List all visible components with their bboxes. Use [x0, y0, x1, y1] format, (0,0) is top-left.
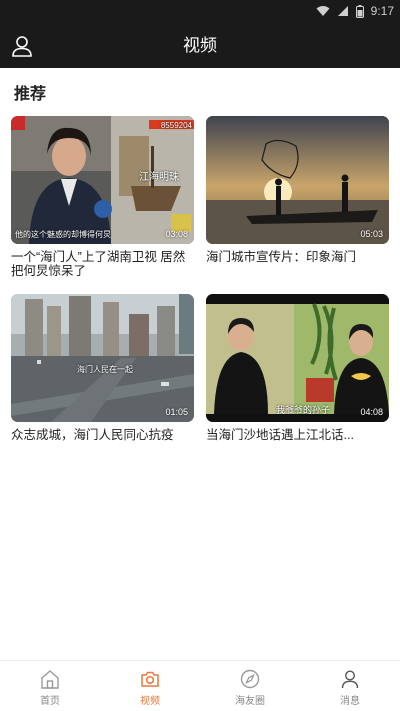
- status-icons: 9:17: [316, 4, 394, 18]
- video-duration: 03:08: [165, 229, 188, 239]
- video-title[interactable]: 当海门沙地话遇上江北话...: [206, 428, 389, 442]
- video-duration: 05:03: [360, 229, 383, 239]
- top-header: 视频: [0, 24, 400, 68]
- tab-label: 视频: [140, 696, 160, 707]
- video-card[interactable]: 海门人民在一起 01:05 众志成城，海门人民同心抗疫: [11, 294, 194, 442]
- tab-messages[interactable]: 消息: [300, 661, 400, 711]
- video-duration: 01:05: [165, 407, 188, 417]
- status-time: 9:17: [370, 4, 394, 18]
- video-card[interactable]: 05:03 海门城市宣传片：印象海门: [206, 116, 389, 264]
- video-card[interactable]: 8559204 江海明珠 他的这个魅惑的却博得何炅 03:08 一个“海门人”上…: [11, 116, 194, 278]
- video-title[interactable]: 一个“海门人”上了湖南卫视 居然把何炅惊呆了: [11, 250, 194, 278]
- video-thumbnail[interactable]: 海门人民在一起 01:05: [11, 294, 194, 422]
- overlay-subtitle: 他的这个魅惑的却博得何炅: [15, 230, 111, 239]
- person-icon: [341, 670, 359, 689]
- signal-icon: [337, 6, 348, 16]
- bottom-tab-bar: 首页 视频 海友圈 消息: [0, 660, 400, 711]
- overlay-subtitle: 海门人民在一起: [77, 365, 133, 374]
- page-title: 视频: [183, 36, 217, 55]
- video-title[interactable]: 海门城市宣传片：印象海门: [206, 250, 389, 264]
- video-thumbnail[interactable]: 我爷爷的孙子 04:08: [206, 294, 389, 422]
- tab-label: 首页: [40, 696, 60, 707]
- overlay-subtitle: 我爷爷的孙子: [276, 405, 331, 415]
- tab-video[interactable]: 视频: [100, 661, 200, 711]
- video-thumbnail-image: [206, 116, 389, 244]
- tab-label: 消息: [340, 696, 360, 707]
- home-icon: [41, 670, 59, 689]
- battery-icon: [355, 4, 364, 18]
- section-title-recommended: 推荐: [14, 86, 47, 103]
- overlay-number: 8559204: [160, 121, 192, 130]
- video-card[interactable]: 我爷爷的孙子 04:08 当海门沙地话遇上江北话...: [206, 294, 389, 442]
- compass-icon: [240, 669, 260, 689]
- tab-label: 海友圈: [235, 696, 265, 707]
- video-duration: 04:08: [360, 407, 383, 417]
- overlay-sign: 江海明珠: [139, 172, 179, 183]
- status-bar: 9:17: [0, 0, 400, 24]
- video-thumbnail[interactable]: 05:03: [206, 116, 389, 244]
- video-thumbnail[interactable]: 8559204 江海明珠 他的这个魅惑的却博得何炅 03:08: [11, 116, 194, 244]
- video-title[interactable]: 众志成城，海门人民同心抗疫: [11, 428, 194, 442]
- camera-icon: [141, 671, 159, 687]
- tab-home[interactable]: 首页: [0, 661, 100, 711]
- wifi-icon: [316, 6, 330, 16]
- video-thumbnail-image: [11, 294, 194, 422]
- tab-community[interactable]: 海友圈: [200, 661, 300, 711]
